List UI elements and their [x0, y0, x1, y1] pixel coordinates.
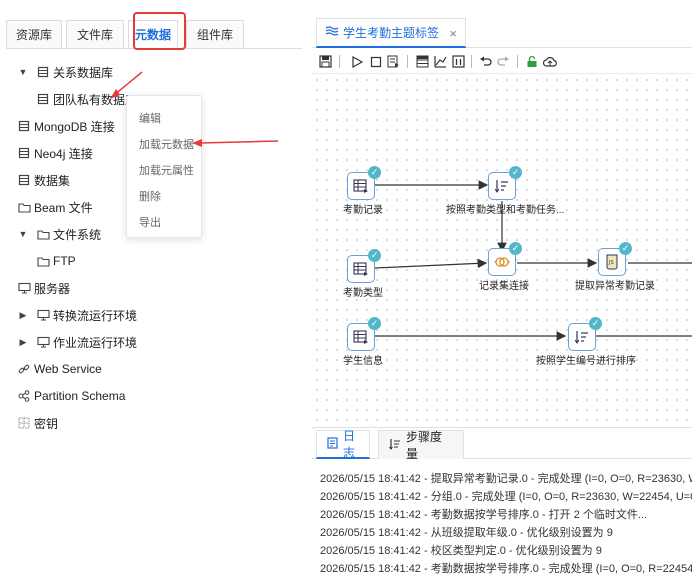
tab-step-metrics[interactable]: 步骤度量 — [378, 430, 464, 461]
log-line: 2026/05/15 18:41:42 - 校区类型判定.0 - 优化级别设置为… — [320, 545, 602, 557]
editor-tab-bar: 学生考勤主题标签 × — [312, 18, 692, 48]
annotation-arrowhead — [192, 139, 202, 147]
svg-text:JS: JS — [608, 260, 614, 266]
run-icon[interactable] — [349, 54, 364, 69]
grid-icon[interactable] — [415, 54, 430, 69]
editor-toolbar — [312, 50, 692, 74]
workflow-canvas[interactable]: ✓ 考勤记录 ✓ 按照考勤类型和考勤任务... ✓ 考勤类型 ✓ 记录集连接 J… — [312, 75, 692, 427]
node-sort-by-type-task[interactable]: ✓ — [488, 166, 522, 200]
log-line: 2026/05/15 18:41:42 - 从班级提取年级.0 - 优化级别设置… — [320, 527, 613, 539]
node-attendance-record[interactable]: ✓ — [347, 166, 381, 200]
log-line: 2026/05/15 18:41:42 - 分组.0 - 完成处理 (I=0, … — [320, 491, 692, 503]
node-label: 按照学生编号进行排序 — [536, 356, 636, 367]
redo-icon[interactable] — [496, 54, 511, 69]
check-icon: ✓ — [619, 242, 632, 255]
node-student-info[interactable]: ✓ — [347, 317, 381, 351]
check-icon: ✓ — [509, 242, 522, 255]
tab-step-metrics-label: 步骤度量 — [406, 430, 443, 461]
table-input-icon — [353, 262, 368, 276]
javascript-script-icon: JS — [606, 254, 618, 270]
cloud-upload-icon[interactable] — [542, 54, 557, 69]
editor-tab[interactable]: 学生考勤主题标签 × — [316, 18, 466, 48]
table-input-icon — [353, 179, 368, 193]
check-icon: ✓ — [509, 166, 522, 179]
save-icon[interactable] — [318, 54, 333, 69]
sort-icon — [574, 331, 588, 344]
toolbar-separator — [517, 55, 518, 68]
log-tab-bar: 日志 步骤度量 — [312, 427, 692, 461]
node-label: 考勤记录 — [343, 205, 383, 216]
editor-tab-label: 学生考勤主题标签 — [343, 26, 440, 40]
log-line: 2026/05/15 18:41:42 - 提取异常考勤记录.0 - 完成处理 … — [320, 473, 692, 485]
toolbar-separator — [471, 55, 472, 68]
node-recordset-join[interactable]: ✓ — [488, 242, 522, 276]
node-extract-abnormal[interactable]: JS ✓ — [598, 242, 632, 276]
preview-icon[interactable] — [386, 54, 401, 69]
pipeline-icon — [325, 25, 339, 40]
app-root: 资源库 文件库 元数据 组件库 ▼ 关系数据库 团队私有数据库 MongoDB … — [0, 0, 692, 579]
node-attendance-type[interactable]: ✓ — [347, 249, 381, 283]
toolbar-separator — [407, 55, 408, 68]
log-output: 2026/05/15 18:41:42 - 提取异常考勤记录.0 - 完成处理 … — [320, 470, 692, 578]
stop-icon[interactable] — [368, 54, 383, 69]
list-icon — [389, 438, 401, 453]
node-sort-by-student-no[interactable]: ✓ — [568, 317, 602, 351]
check-icon: ✓ — [368, 166, 381, 179]
log-line: 2026/05/15 18:41:42 - 考勤数据按学号排序.0 - 完成处理… — [320, 563, 692, 575]
tab-log[interactable]: 日志 — [316, 429, 370, 460]
node-label: 记录集连接 — [479, 281, 529, 292]
undo-icon[interactable] — [478, 54, 493, 69]
table-input-icon — [353, 330, 368, 344]
document-icon — [327, 436, 338, 452]
node-label: 考勤类型 — [343, 288, 383, 299]
check-icon: ✓ — [368, 249, 381, 262]
hop-connector[interactable] — [374, 258, 488, 269]
node-label: 提取异常考勤记录 — [575, 281, 655, 292]
node-label: 按照考勤类型和考勤任务... — [446, 205, 565, 216]
annotation-arrow-line — [199, 140, 279, 144]
toolbar-separator — [339, 55, 340, 68]
merge-join-icon — [494, 257, 510, 267]
close-icon[interactable]: × — [449, 26, 457, 41]
sort-icon — [494, 180, 508, 193]
lock-icon[interactable] — [524, 54, 539, 69]
node-label: 学生信息 — [343, 356, 383, 367]
chart-icon[interactable] — [433, 54, 448, 69]
log-line: 2026/05/15 18:41:42 - 考勤数据按学号排序.0 - 打开 2… — [320, 509, 648, 521]
check-icon: ✓ — [589, 317, 602, 330]
check-icon: ✓ — [368, 317, 381, 330]
tab-log-label: 日志 — [343, 429, 356, 460]
layout-icon[interactable] — [451, 54, 466, 69]
